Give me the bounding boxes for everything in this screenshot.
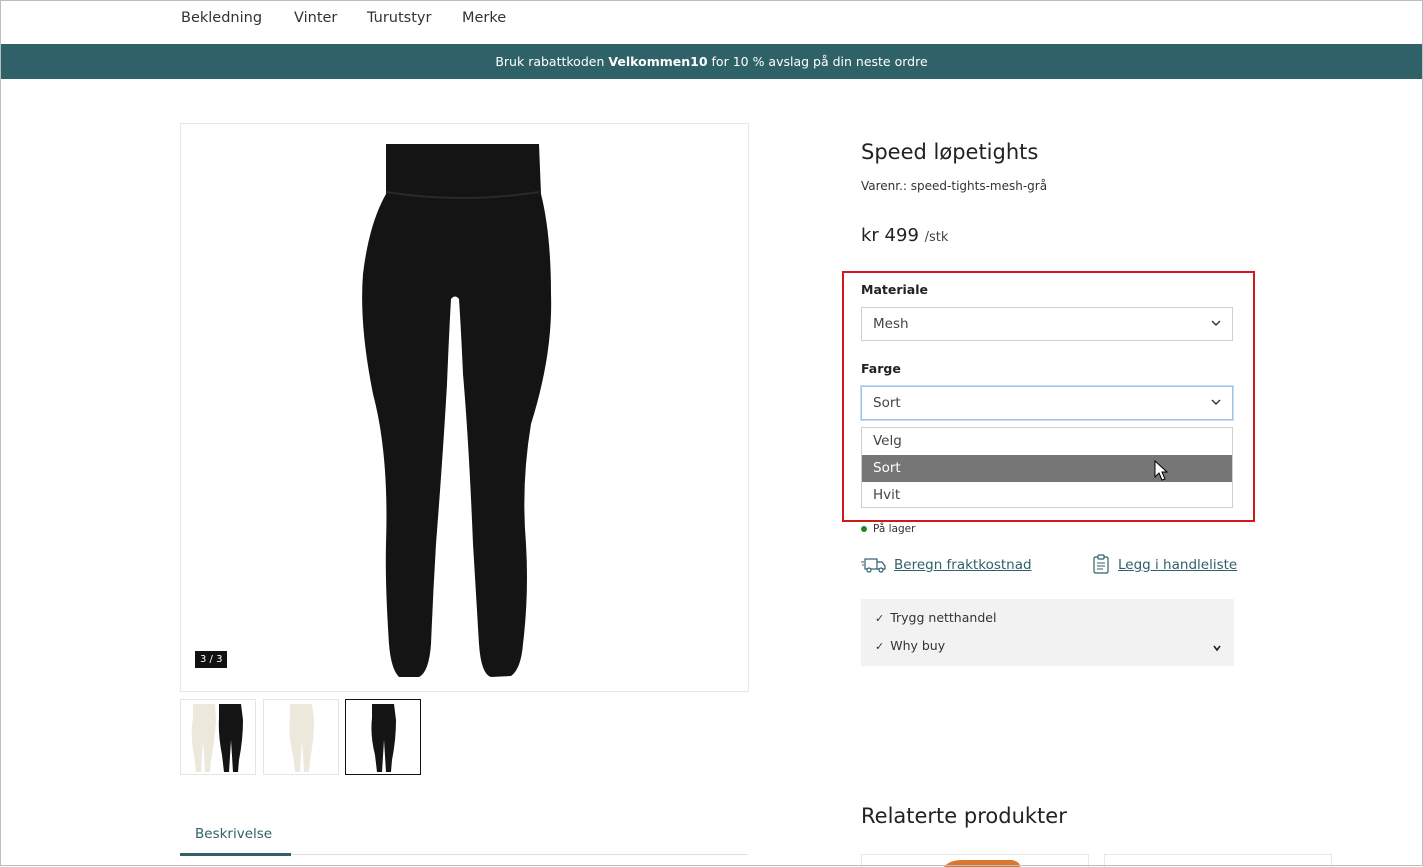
color-select-value: Sort <box>873 395 901 411</box>
benefit-row: ✓ Why buy <box>875 638 945 653</box>
chevron-down-icon <box>1211 320 1221 326</box>
in-stock-dot-icon <box>861 526 867 532</box>
check-icon: ✓ <box>875 612 885 625</box>
black-tights-thumbnail-icon <box>371 704 396 772</box>
color-select[interactable]: Sort <box>861 386 1233 420</box>
product-title: Speed løpetights <box>861 140 1039 164</box>
thumbnail-2[interactable] <box>263 699 339 775</box>
thumbnail-1[interactable] <box>180 699 256 775</box>
truck-icon <box>861 558 886 573</box>
color-dropdown-list: Velg Sort Hvit <box>861 427 1233 508</box>
clipboard-list-icon <box>1093 554 1109 574</box>
image-counter: 3 / 3 <box>195 651 228 668</box>
color-option-sort[interactable]: Sort <box>862 455 1232 482</box>
black-tights-image <box>362 144 552 677</box>
related-products-heading: Relaterte produkter <box>861 804 1067 828</box>
add-to-list-link[interactable]: Legg i handleliste <box>1118 557 1237 573</box>
color-label: Farge <box>861 361 901 376</box>
chevron-down-icon <box>1211 399 1221 405</box>
check-icon: ✓ <box>875 640 885 653</box>
material-select[interactable]: Mesh <box>861 307 1233 341</box>
white-tights-thumbnail-icon <box>289 704 314 772</box>
nav-item-merke[interactable]: Merke <box>462 10 506 26</box>
banner-text-after: for 10 % avslag på din neste ordre <box>711 54 928 69</box>
product-main-image[interactable] <box>180 123 749 692</box>
material-label: Materiale <box>861 282 928 297</box>
price-unit: /stk <box>924 230 949 245</box>
price-value: kr 499 <box>861 225 919 246</box>
color-option-velg[interactable]: Velg <box>862 428 1232 455</box>
benefit-text: Trygg netthandel <box>890 610 997 625</box>
chevron-down-icon[interactable] <box>1212 643 1222 653</box>
product-sku: Varenr.: speed-tights-mesh-grå <box>861 179 1048 193</box>
calculate-shipping-link[interactable]: Beregn fraktkostnad <box>894 557 1032 573</box>
promo-banner: Bruk rabattkoden Velkommen10 for 10 % av… <box>1 44 1422 79</box>
thumbnail-3[interactable] <box>345 699 421 775</box>
tab-active-indicator <box>180 853 291 856</box>
tights-pair-thumbnail-icon <box>191 704 243 772</box>
banner-text-before: Bruk rabattkoden <box>495 54 605 69</box>
stock-status: På lager <box>861 523 915 535</box>
benefit-row: ✓ Trygg netthandel <box>875 610 996 625</box>
stock-text: På lager <box>873 523 916 535</box>
material-select-value: Mesh <box>873 316 909 332</box>
nav-item-vinter[interactable]: Vinter <box>294 10 337 26</box>
nav-item-bekledning[interactable]: Bekledning <box>181 10 262 26</box>
product-price: kr 499 /stk <box>861 225 948 246</box>
related-product-card[interactable] <box>1104 854 1332 867</box>
color-option-hvit[interactable]: Hvit <box>862 482 1232 509</box>
banner-code: Velkommen10 <box>608 54 708 69</box>
top-nav: Bekledning Vinter Turutstyr Merke <box>0 0 1423 44</box>
benefits-box[interactable]: ✓ Trygg netthandel ✓ Why buy <box>861 599 1234 666</box>
tab-description[interactable]: Beskrivelse <box>195 826 272 842</box>
mouse-cursor-icon <box>1154 460 1168 481</box>
benefit-text: Why buy <box>890 638 946 653</box>
nav-item-turutstyr[interactable]: Turutstyr <box>367 10 431 26</box>
related-product-card[interactable] <box>861 854 1089 867</box>
